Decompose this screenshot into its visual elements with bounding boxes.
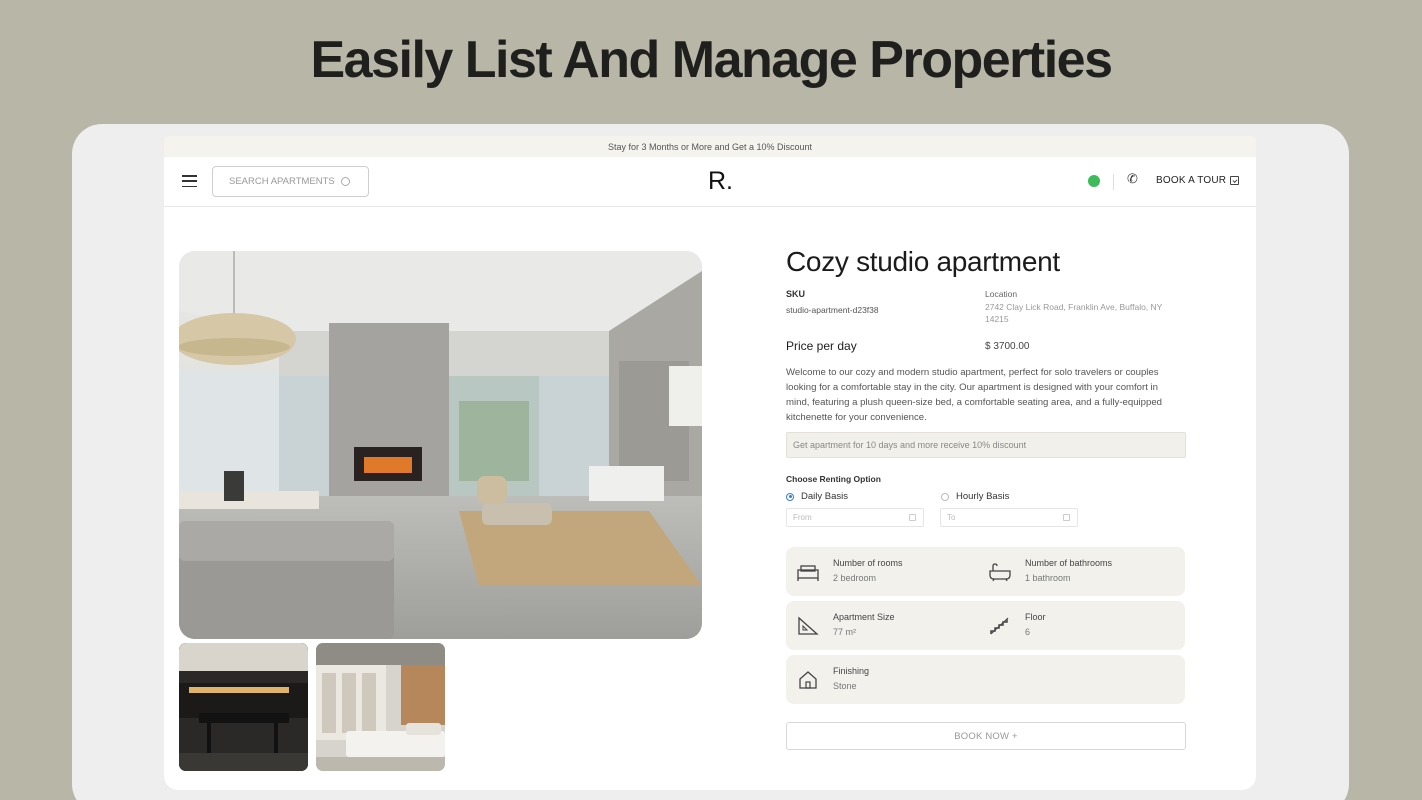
ruler-icon (798, 616, 819, 635)
location-value: 2742 Clay Lick Road, Franklin Ave, Buffa… (985, 302, 1163, 324)
promo-banner: Stay for 3 Months or More and Get a 10% … (164, 136, 1256, 157)
thumbnail-bedroom[interactable] (316, 643, 445, 771)
radio-checked-icon (786, 492, 794, 501)
radio-daily-basis[interactable]: Daily Basis (786, 491, 848, 502)
calendar-icon (1230, 176, 1240, 185)
search-input[interactable] (229, 176, 337, 187)
discount-note: Get apartment for 10 days and more recei… (786, 432, 1186, 458)
menu-icon[interactable] (182, 175, 197, 187)
location-label: Location (985, 289, 1018, 299)
feature-row-rooms: Number of rooms 2 bedroom Number of bath… (786, 547, 1185, 596)
page-headline: Easily List And Manage Properties (310, 31, 1113, 89)
feature-rooms-title: Number of rooms (833, 558, 903, 568)
nav-divider (1113, 174, 1114, 190)
feature-floor-title: Floor (1025, 612, 1046, 622)
book-tour-button[interactable]: BOOK A TOUR (1156, 175, 1240, 186)
price-label: Price per day (786, 339, 857, 353)
feature-size-title: Apartment Size (833, 612, 895, 622)
date-from-input[interactable]: From (786, 508, 924, 527)
feature-rooms-value: 2 bedroom (833, 573, 877, 583)
renting-option-label: Choose Renting Option (786, 474, 881, 484)
search-box[interactable] (212, 166, 369, 197)
feature-floor-value: 6 (1025, 627, 1031, 637)
main-apartment-photo[interactable] (179, 251, 702, 639)
feature-row-finishing: Finishing Stone (786, 655, 1185, 704)
feature-bathrooms-value: 1 bathroom (1025, 573, 1071, 583)
stairs-icon (990, 617, 1009, 635)
kitchen-illustration (179, 643, 308, 771)
radio-unchecked-icon (941, 492, 949, 501)
book-now-button[interactable]: BOOK NOW + (786, 722, 1186, 750)
house-icon (799, 671, 817, 689)
brand-logo[interactable]: R. (708, 167, 733, 196)
calendar-icon (909, 514, 916, 521)
radio-hourly-label: Hourly Basis (956, 491, 1010, 502)
sku-label: SKU (786, 289, 806, 299)
feature-finishing-value: Stone (833, 681, 857, 691)
app-screen: Stay for 3 Months or More and Get a 10% … (164, 136, 1256, 790)
thumbnail-kitchen[interactable] (179, 643, 308, 771)
search-icon (341, 177, 350, 186)
bathtub-icon (989, 563, 1011, 582)
feature-row-size: Apartment Size 77 m² Floor 6 (786, 601, 1185, 650)
date-to-placeholder: To (947, 513, 956, 522)
price-value: $ 3700.00 (985, 341, 1030, 352)
book-tour-label: BOOK A TOUR (1156, 175, 1227, 186)
radio-hourly-basis[interactable]: Hourly Basis (941, 491, 1009, 502)
feature-finishing-title: Finishing (833, 666, 870, 676)
feature-bathrooms-title: Number of bathrooms (1025, 558, 1113, 568)
phone-icon[interactable]: ✆ (1127, 171, 1138, 187)
feature-size-value: 77 m² (833, 627, 857, 637)
bed-icon (797, 565, 819, 581)
sku-value: studio-apartment-d23f38 (786, 305, 879, 315)
bedroom-illustration (316, 643, 445, 771)
date-from-placeholder: From (793, 513, 812, 522)
top-nav: R. ✆ BOOK A TOUR (164, 157, 1256, 207)
listing-description: Welcome to our cozy and modern studio ap… (786, 367, 1162, 423)
calendar-icon (1063, 514, 1070, 521)
whatsapp-icon[interactable] (1088, 175, 1100, 187)
date-to-input[interactable]: To (940, 508, 1078, 527)
living-room-illustration (179, 251, 702, 639)
listing-title: Cozy studio apartment (786, 246, 1060, 277)
radio-daily-label: Daily Basis (801, 491, 848, 502)
